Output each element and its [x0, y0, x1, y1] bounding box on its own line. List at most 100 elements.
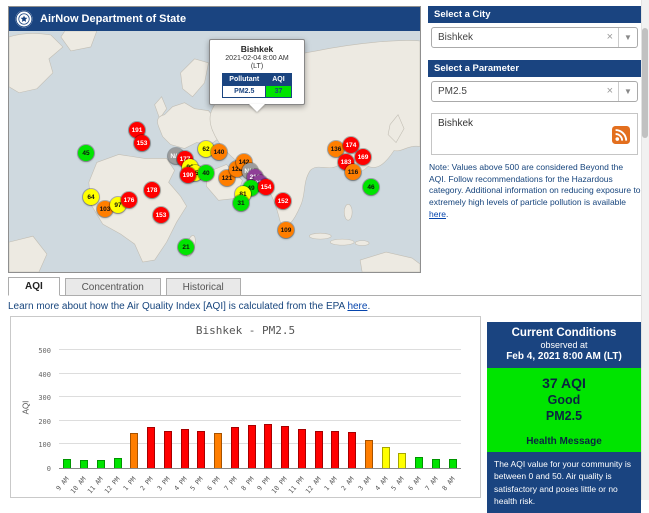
aqi-value: 37 AQI [542, 375, 586, 391]
chevron-down-icon[interactable]: ▼ [618, 28, 637, 47]
chart-y-tick: 100 [38, 441, 51, 450]
aqi-marker[interactable]: 190 [180, 167, 196, 183]
aqi-marker[interactable]: 46 [363, 179, 379, 195]
popup-aqi-value: 37 [265, 85, 292, 98]
aqi-marker[interactable]: 169 [355, 149, 371, 165]
chart-gridline [59, 349, 461, 350]
aqi-marker[interactable]: 140 [211, 144, 227, 160]
chart-bar[interactable] [96, 460, 105, 468]
aqi-marker[interactable]: 64 [83, 189, 99, 205]
aqi-marker[interactable]: 40 [198, 165, 214, 181]
note-here-link[interactable]: here [429, 209, 446, 219]
popup-col-pollutant: Pollutant [222, 73, 267, 86]
chart-bar[interactable] [147, 427, 156, 468]
chart-bar[interactable] [197, 430, 206, 468]
learn-more-text: Learn more about how the Air Quality Ind… [8, 301, 348, 312]
chart-bar[interactable] [348, 432, 357, 468]
select-parameter-header: Select a Parameter [428, 60, 641, 77]
chart-bar[interactable] [130, 433, 139, 468]
chart-bar[interactable] [314, 430, 323, 468]
chart-panel: Bishkek - PM2.5 AQI 0 100 200 300 400 500 9 A… [10, 316, 481, 498]
rss-icon[interactable] [612, 126, 630, 144]
chart-bar[interactable] [214, 433, 223, 468]
chart-bar[interactable] [331, 430, 340, 468]
clear-city-icon[interactable]: × [607, 28, 613, 47]
popup-col-aqi: AQI [265, 73, 292, 86]
current-conditions-header: Current Conditions observed at Feb 4, 20… [487, 322, 641, 368]
parameter-select-value: PM2.5 [438, 86, 467, 97]
tab-concentration[interactable]: Concentration [64, 278, 161, 296]
chart-bar[interactable] [398, 453, 407, 468]
aqi-marker[interactable]: 21 [178, 239, 194, 255]
chart-gridline [59, 396, 461, 398]
aqi-marker[interactable]: 109 [278, 222, 294, 238]
popup-lt: (LT) [250, 63, 264, 70]
note-period: . [446, 208, 449, 219]
chart-bar[interactable] [230, 427, 239, 468]
chart-bar[interactable] [381, 447, 390, 468]
aqi-marker[interactable]: 153 [134, 135, 150, 151]
learn-more-here-link[interactable]: here [347, 301, 367, 312]
chart-bar[interactable] [63, 459, 72, 468]
popup-city: Bishkek [240, 44, 274, 54]
scrollbar-thumb[interactable] [642, 28, 648, 138]
chart-bar[interactable] [297, 429, 306, 468]
chart-bar[interactable] [247, 425, 256, 468]
scrollbar-track [641, 0, 649, 500]
health-message-text: The AQI value for your community is betw… [487, 452, 641, 513]
department-of-state-seal-icon [15, 10, 33, 28]
world-map[interactable]: 45191153641039717617815321N/A17796951904… [9, 31, 420, 272]
chart-bar[interactable] [180, 429, 189, 468]
aqi-marker[interactable]: 152 [275, 193, 291, 209]
chart-bar[interactable] [113, 458, 122, 468]
aqi-marker[interactable]: 45 [78, 145, 94, 161]
aqi-marker[interactable]: 178 [144, 182, 160, 198]
chart-y-tick: 400 [38, 370, 51, 379]
aqi-marker[interactable]: 176 [121, 192, 137, 208]
chart-bar[interactable] [80, 459, 89, 468]
aqi-summary-box: 37 AQI Good PM2.5 Health Message [487, 368, 641, 452]
chevron-down-icon[interactable]: ▼ [618, 82, 637, 101]
chart-bar[interactable] [281, 426, 290, 468]
beyond-aqi-note: Note: Values above 500 are considered Be… [429, 162, 641, 221]
chart-y-tick: 500 [38, 347, 51, 355]
learn-more-period: . [367, 301, 371, 312]
aqi-marker[interactable]: 153 [153, 207, 169, 223]
chart-plot [59, 349, 461, 469]
city-select-value: Bishkek [438, 32, 474, 43]
aqi-marker[interactable]: 31 [233, 195, 249, 211]
learn-more-line: Learn more about how the Air Quality Ind… [8, 301, 370, 312]
rss-feed-box: Bishkek [431, 113, 638, 155]
chart-bar[interactable] [163, 430, 172, 468]
select-city-header: Select a City [428, 6, 641, 23]
chart-y-axis: 0 100 200 300 400 500 [23, 347, 55, 473]
popup-table: Pollutant AQI PM2.5 37 [222, 73, 292, 98]
parameter-select[interactable]: PM2.5 × ▼ [431, 81, 638, 102]
tab-historical[interactable]: Historical [165, 278, 241, 296]
chart-bar[interactable] [264, 423, 273, 468]
rss-city-label: Bishkek [438, 118, 474, 129]
app-title: AirNow Department of State [40, 13, 187, 25]
clear-parameter-icon[interactable]: × [607, 82, 613, 101]
chart-x-axis: 9 AM 10 AM 11 AM 12 PM 1 PM 2 PM 3 PM 4 PM 5 PM 6… [55, 472, 461, 498]
aqi-pollutant: PM2.5 [545, 409, 583, 423]
aqi-category: Good [547, 393, 581, 407]
chart-gridline [59, 419, 461, 421]
tab-aqi[interactable]: AQI [8, 277, 60, 296]
popup-arrow [249, 104, 265, 112]
health-message-heading: Health Message [526, 436, 602, 447]
current-conditions-title: Current Conditions [511, 327, 617, 339]
aqi-marker[interactable]: 116 [345, 164, 361, 180]
city-select[interactable]: Bishkek × ▼ [431, 27, 638, 48]
chart-bar[interactable] [364, 439, 373, 468]
observed-datetime: Feb 4, 2021 8:00 AM (LT) [506, 351, 622, 362]
chart-gridline [59, 372, 461, 374]
chart-bar[interactable] [431, 458, 440, 468]
chart-y-tick: 0 [46, 465, 51, 473]
chart-bar[interactable] [415, 457, 424, 468]
chart-title: Bishkek - PM2.5 [195, 324, 296, 337]
map-panel: AirNow Department of State 45 191 153 64… [8, 6, 421, 273]
chart-bar[interactable] [448, 459, 457, 468]
aqi-marker[interactable]: 154 [258, 179, 274, 195]
popup-datetime: 2021-02-04 8:00 AM [225, 55, 289, 62]
